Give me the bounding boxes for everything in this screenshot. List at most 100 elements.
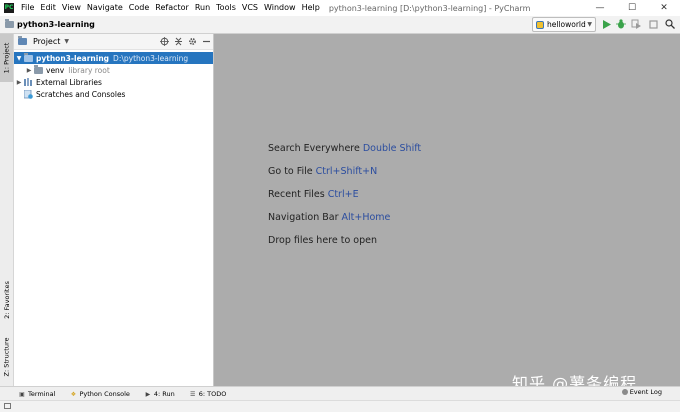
todo-icon: ☰ [190,390,196,398]
menu-tools[interactable]: Tools [213,0,239,16]
gear-icon [188,38,196,45]
run-configuration-select[interactable]: helloworld ▼ [532,17,596,32]
hint-text: Navigation Bar [268,212,339,223]
hide-panel-button[interactable] [199,35,213,49]
hint-shortcut: Alt+Home [341,212,391,223]
locate-file-button[interactable] [157,35,171,49]
hint-search-everywhere: Search Everywhere Double Shift [268,143,421,154]
hint-recent-files: Recent Files Ctrl+E [268,189,359,200]
hint-shortcut: Ctrl+E [327,189,359,200]
tab-project[interactable]: 1: Project [0,34,13,82]
project-view-icon [18,36,27,45]
menu-edit[interactable]: Edit [37,0,59,16]
menu-help[interactable]: Help [299,0,323,16]
project-panel: Project ▼ ▼ python3-learning D:\python3-… [14,34,214,386]
stop-icon [648,19,658,29]
bug-icon [616,19,626,29]
menu-code[interactable]: Code [126,0,152,16]
tab-python-console[interactable]: ❖ Python Console [69,390,130,398]
tab-todo-label: 6: TODO [198,390,227,398]
hint-text: Recent Files [268,189,325,200]
tree-item-venv[interactable]: ▶ venv library root [14,64,213,76]
play-icon: ▶ [145,390,151,398]
tab-run[interactable]: ▶ 4: Run [144,390,175,398]
hint-text: Search Everywhere [268,143,360,154]
hint-text: Go to File [268,166,313,177]
tab-structure[interactable]: Z: Structure [0,330,13,384]
python-icon [536,20,544,29]
status-bar [0,400,680,412]
window-controls: — ☐ ✕ [584,0,680,16]
maximize-button[interactable]: ☐ [616,0,648,16]
layout-icon[interactable] [4,403,11,409]
tree-item-scratches[interactable]: Scratches and Consoles [14,88,213,100]
menu-navigate[interactable]: Navigate [84,0,126,16]
panel-toolbar [157,35,213,49]
settings-button[interactable] [185,35,199,49]
tab-terminal-label: Terminal [28,390,56,398]
hint-drop-files: Drop files here to open [268,235,377,246]
left-tool-strip: 1: Project 2: Favorites Z: Structure [0,34,14,386]
minimize-button[interactable]: — [584,0,616,16]
tree-item-label: python3-learning [36,53,110,63]
tree-item-path: D:\python3-learning [113,53,189,63]
tree-item-external-libraries[interactable]: ▶ External Libraries [14,76,213,88]
chevron-right-icon[interactable]: ▶ [14,79,24,86]
tab-todo[interactable]: ☰ 6: TODO [189,390,227,398]
tab-terminal[interactable]: ▣ Terminal [18,390,55,398]
search-everywhere-button[interactable] [664,18,676,30]
folder-icon [24,52,33,62]
tab-favorites-label: 2: Favorites [2,281,11,319]
menu-refactor[interactable]: Refactor [152,0,192,16]
collapse-icon [174,37,182,46]
play-icon [602,19,611,29]
collapse-all-button[interactable] [171,35,185,49]
event-log-label: Event Log [629,388,662,396]
tab-favorites[interactable]: 2: Favorites [0,270,13,330]
project-panel-title[interactable]: Project [33,37,60,46]
run-button[interactable] [600,18,612,30]
hint-shortcut: Double Shift [362,143,422,154]
library-icon [24,78,32,86]
menu-bar: PC File Edit View Navigate Code Refactor… [0,0,680,16]
navigation-bar: python3-learning helloworld ▼ [0,16,680,34]
menu-window[interactable]: Window [261,0,299,16]
tab-run-label: 4: Run [153,390,175,398]
close-button[interactable]: ✕ [648,0,680,16]
menu-vcs[interactable]: VCS [239,0,261,16]
folder-icon [5,19,14,28]
folder-icon [34,64,43,74]
search-icon [665,19,675,29]
chevron-right-icon[interactable]: ▶ [24,67,34,74]
menu-view[interactable]: View [59,0,84,16]
tab-project-label: 1: Project [2,42,11,74]
coverage-icon [631,19,641,29]
python-icon: ❖ [70,390,77,398]
event-log-icon [621,389,628,395]
tree-item-project-root[interactable]: ▼ python3-learning D:\python3-learning [14,52,213,64]
stop-button[interactable] [647,18,659,30]
menu-run[interactable]: Run [192,0,213,16]
hint-text: Drop files here to open [268,235,378,246]
minimize-icon [202,40,210,43]
chevron-down-icon[interactable]: ▼ [64,38,69,45]
tree-item-label: External Libraries [36,77,102,87]
tab-python-console-label: Python Console [79,390,130,398]
hint-shortcut: Ctrl+Shift+N [315,166,378,177]
debug-button[interactable] [615,18,627,30]
tree-item-note: library root [68,65,110,75]
crosshair-icon [159,37,169,46]
chevron-down-icon: ▼ [587,21,592,28]
window-title: python3-learning [D:\python3-learning] -… [328,3,531,13]
event-log-button[interactable]: Event Log [621,388,662,396]
editor-area[interactable]: Search Everywhere Double Shift Go to File… [214,34,680,386]
bottom-tool-bar: ▣ Terminal ❖ Python Console ▶ 4: Run ☰ 6… [0,386,680,401]
project-panel-header: Project ▼ [14,34,213,50]
breadcrumb-project[interactable]: python3-learning [17,20,95,29]
run-configuration-label: helloworld [547,20,586,29]
chevron-down-icon[interactable]: ▼ [14,55,24,62]
coverage-button[interactable] [630,18,642,30]
tree-item-label: Scratches and Consoles [36,89,126,99]
menu-file[interactable]: File [18,0,37,16]
breadcrumb[interactable]: python3-learning [5,19,95,29]
